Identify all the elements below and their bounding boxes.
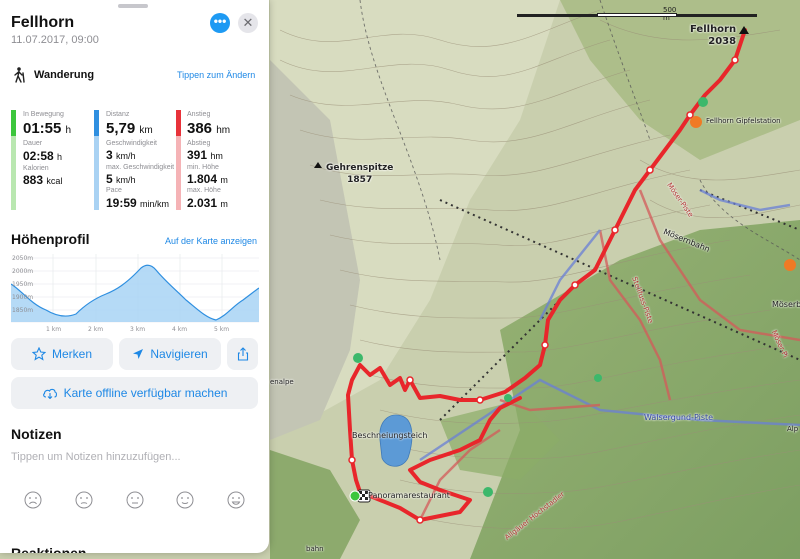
hiking-icon <box>14 67 25 83</box>
stat-value-speed: 3 km/h <box>106 148 136 162</box>
stat-value-ascent: 386 hm <box>187 120 231 137</box>
lift-station-poi[interactable] <box>594 374 602 382</box>
offline-map-button[interactable]: Karte offline verfügbar machen <box>11 377 258 409</box>
mood-very-happy-icon[interactable] <box>227 491 245 509</box>
place-label: Alp <box>787 425 799 433</box>
sheet-grabber[interactable] <box>118 4 148 8</box>
tour-detail-panel: Fellhorn 11.07.2017, 09:00 ••• ✕ Wanderu… <box>0 0 269 553</box>
start-marker[interactable] <box>349 490 361 502</box>
lift-station-poi[interactable] <box>698 97 708 107</box>
restaurant-poi[interactable] <box>784 259 796 271</box>
peak-fellhorn-label: Fellhorn 2038 <box>690 24 737 47</box>
more-button[interactable]: ••• <box>210 13 230 33</box>
y-tick: 1850m <box>12 307 33 314</box>
lake <box>379 414 413 467</box>
bookmark-label: Merken <box>51 347 92 361</box>
cloud-download-icon <box>42 388 57 399</box>
stat-value-in-motion: 01:55 h <box>23 120 72 137</box>
lift-label-2: Möserb <box>772 300 800 309</box>
stat-label: max. Höhe <box>187 187 221 194</box>
ellipsis-icon: ••• <box>213 14 227 28</box>
stat-label: Kalorien <box>23 165 49 172</box>
place-label: enalpe <box>270 378 294 386</box>
stat-label: max. Geschwindigkeit <box>106 164 175 171</box>
stat-stripe <box>176 136 181 210</box>
stat-stripe <box>11 136 16 210</box>
y-tick: 2050m <box>12 255 33 262</box>
mood-happy-icon[interactable] <box>176 491 194 509</box>
x-tick: 4 km <box>172 326 187 333</box>
change-activity-link[interactable]: Tippen zum Ändern <box>177 70 255 80</box>
summit-station-label: Fellhorn Gipfelstation <box>706 117 781 125</box>
stat-value-min-height: 1.804 m <box>187 172 228 186</box>
profile-title: Höhenprofil <box>11 231 90 247</box>
location-arrow-icon <box>133 349 144 359</box>
stat-label: Pace <box>106 187 122 194</box>
y-tick: 2000m <box>12 268 33 275</box>
bookmark-button[interactable]: Merken <box>11 338 113 370</box>
x-tick: 1 km <box>46 326 61 333</box>
notes-input[interactable]: Tippen um Notizen hinzuzufügen... <box>11 451 181 463</box>
stat-label: Anstieg <box>187 111 211 118</box>
lift-station-poi[interactable] <box>353 353 363 363</box>
stat-value-pace: 19:59 min/km <box>106 196 170 210</box>
show-on-map-link[interactable]: Auf der Karte anzeigen <box>165 236 257 246</box>
y-tick: 1950m <box>12 281 33 288</box>
scale-label: 500 m <box>663 6 677 22</box>
place-label: bahn <box>306 545 324 553</box>
y-tick: 1900m <box>12 294 33 301</box>
restaurant-label: Panoramarestaurant <box>368 491 450 500</box>
stat-stripe <box>176 110 181 136</box>
stat-label: Geschwindigkeit <box>106 140 157 147</box>
offline-map-label: Karte offline verfügbar machen <box>63 386 228 400</box>
reactions-title: Reaktionen <box>11 545 87 553</box>
x-tick: 5 km <box>214 326 229 333</box>
lift-station-poi[interactable] <box>483 487 493 497</box>
navigate-label: Navigieren <box>150 347 208 361</box>
stat-value-max-height: 2.031 m <box>187 196 228 210</box>
stat-value-duration: 02:58 h <box>23 149 63 163</box>
x-tick: 3 km <box>130 326 145 333</box>
tour-title: Fellhorn <box>11 14 75 31</box>
mood-very-sad-icon[interactable] <box>24 491 42 509</box>
close-button[interactable]: ✕ <box>238 13 258 33</box>
close-icon: ✕ <box>242 15 254 30</box>
stat-label: min. Höhe <box>187 164 219 171</box>
peak-gehren-label: Gehrenspitze 1857 <box>326 163 394 185</box>
x-tick: 2 km <box>88 326 103 333</box>
lift-station-poi[interactable] <box>504 394 512 402</box>
stat-value-descent: 391 hm <box>187 148 223 162</box>
stat-label: Abstieg <box>187 140 211 147</box>
navigate-button[interactable]: Navigieren <box>119 338 221 370</box>
share-icon <box>237 347 248 361</box>
elevation-profile-chart[interactable]: 2050m 2000m 1950m 1900m 1850m 1 km 2 km … <box>11 254 259 334</box>
notes-title: Notizen <box>11 426 62 442</box>
stat-value-distance: 5,79 km <box>106 120 153 137</box>
stat-label: In Bewegung <box>23 111 64 118</box>
star-icon <box>31 347 46 361</box>
stat-stripe <box>94 136 99 210</box>
activity-type: Wanderung <box>34 69 95 81</box>
stat-value-max-speed: 5 km/h <box>106 172 136 186</box>
stat-value-calories: 883 kcal <box>23 173 63 187</box>
restaurant-poi[interactable] <box>690 116 702 128</box>
lake-label: Beschneiungsteich <box>352 431 428 440</box>
share-button[interactable] <box>227 338 258 370</box>
tour-date: 11.07.2017, 09:00 <box>11 34 99 46</box>
piste-label: Walsergund-Piste <box>644 413 714 422</box>
stat-stripe <box>11 110 16 136</box>
stat-label: Dauer <box>23 140 43 147</box>
stat-label: Distanz <box>106 111 130 118</box>
stat-stripe <box>94 110 99 136</box>
mood-neutral-icon[interactable] <box>126 491 144 509</box>
mood-sad-icon[interactable] <box>75 491 93 509</box>
